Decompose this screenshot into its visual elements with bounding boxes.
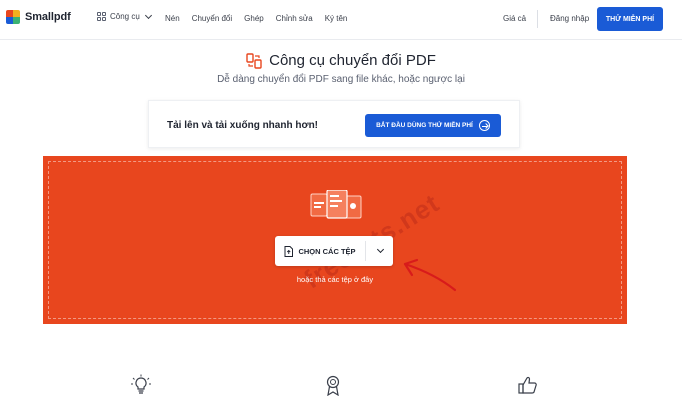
drop-hint: hoặc thả các tệp ở đây — [296, 275, 374, 284]
nav-links: Nén Chuyển đổi Ghép Chỉnh sửa Ký tên — [165, 14, 347, 23]
start-free-trial-button[interactable]: BẮT ĐẦU DÙNG THỬ MIỄN PHÍ — [365, 114, 501, 137]
nav-link-merge[interactable]: Ghép — [244, 14, 264, 23]
lightbulb-icon — [131, 374, 151, 394]
start-free-trial-label: BẮT ĐẦU DÙNG THỬ MIỄN PHÍ — [376, 122, 473, 129]
page: Smallpdf Công cụ Nén Chuyển đổi Ghép Chỉ… — [0, 0, 682, 400]
tools-label: Công cụ — [110, 12, 140, 21]
choose-files-control: CHỌN CÁC TỆP — [275, 236, 393, 266]
nav-divider — [537, 10, 538, 28]
choose-files-label: CHỌN CÁC TỆP — [298, 246, 356, 256]
convert-icon — [246, 52, 262, 69]
arrow-right-circle-icon — [478, 120, 490, 131]
tools-menu[interactable]: Công cụ — [97, 11, 152, 21]
page-subtitle: Dễ dàng chuyển đổi PDF sang file khác, h… — [217, 74, 465, 85]
nav-link-convert[interactable]: Chuyển đổi — [192, 14, 232, 23]
top-nav: Smallpdf Công cụ Nén Chuyển đổi Ghép Chỉ… — [0, 0, 682, 40]
grid-icon — [97, 12, 106, 21]
promo-banner: Tải lên và tải xuống nhanh hơn! BẮT ĐẦU … — [148, 100, 520, 148]
choose-files-button[interactable]: CHỌN CÁC TỆP — [275, 236, 365, 266]
files-illustration-icon — [310, 190, 362, 219]
smallpdf-logo-icon — [6, 10, 20, 24]
nav-link-sign[interactable]: Ký tên — [325, 14, 348, 23]
brand-name: Smallpdf — [25, 11, 71, 23]
nav-link-edit[interactable]: Chỉnh sửa — [276, 14, 313, 23]
file-drop-zone[interactable]: freetuts.net CHỌN CÁC TỆP hoặc thả các t… — [43, 156, 627, 324]
chevron-down-icon — [144, 11, 152, 19]
promo-text: Tải lên và tải xuống nhanh hơn! — [167, 120, 319, 131]
annotation-arrow-icon — [403, 258, 457, 292]
login-link[interactable]: Đăng nhập — [550, 14, 589, 23]
brand-logo[interactable]: Smallpdf — [6, 10, 71, 24]
title-row: Công cụ chuyển đổi PDF — [0, 52, 682, 69]
try-free-button[interactable]: THỬ MIỄN PHÍ — [597, 7, 663, 31]
chevron-down-icon — [376, 245, 385, 254]
nav-link-compress[interactable]: Nén — [165, 14, 180, 23]
thumbs-up-icon — [518, 376, 537, 394]
choose-source-dropdown[interactable] — [366, 236, 393, 266]
file-icon — [284, 245, 294, 257]
nav-link-pricing[interactable]: Giá cả — [503, 14, 526, 23]
award-icon — [326, 375, 340, 396]
page-title: Công cụ chuyển đổi PDF — [269, 52, 436, 69]
